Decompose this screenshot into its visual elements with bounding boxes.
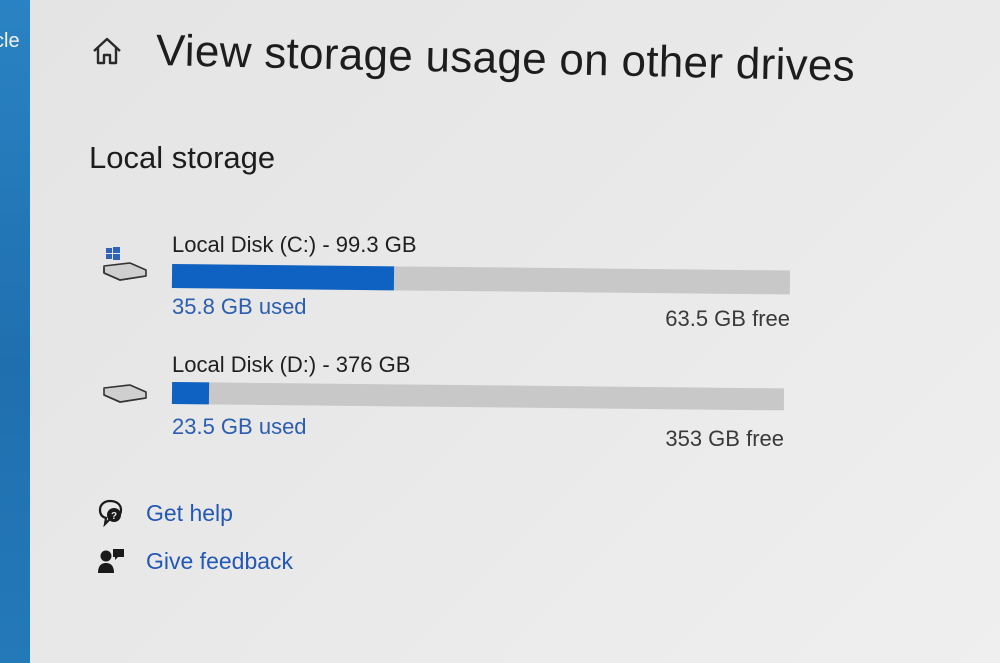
give-feedback-link[interactable]: Give feedback <box>96 546 293 576</box>
drive-d-label: Local Disk (D:) - 376 GB <box>172 352 411 377</box>
page-title: View storage usage on other drives <box>155 26 856 91</box>
drive-d-usage-bar <box>171 382 785 411</box>
feedback-icon <box>98 549 124 573</box>
give-feedback-label[interactable]: Give feedback <box>146 548 293 575</box>
drive-d-used: 23.5 GB used <box>172 414 307 439</box>
drive-c-used: 35.8 GB used <box>172 294 307 319</box>
drive-c-free: 63.5 GB free <box>665 306 790 331</box>
drive-d-free: 353 GB free <box>665 426 784 451</box>
settings-panel: View storage usage on other drives Local… <box>30 0 1000 663</box>
get-help-label[interactable]: Get help <box>146 500 233 527</box>
section-title-local-storage: Local storage <box>89 140 276 175</box>
windows-drive-icon <box>103 247 147 281</box>
drive-icon <box>103 384 147 403</box>
drive-c-usage-bar <box>171 264 791 295</box>
help-chat-icon: ? <box>98 499 123 528</box>
drive-c-usage-fill <box>171 264 395 291</box>
svg-text:?: ? <box>111 511 117 522</box>
background-window-text: cle <box>0 30 20 52</box>
drive-c-label: Local Disk (C:) - 99.3 GB <box>172 232 417 257</box>
page-header: View storage usage on other drives <box>88 26 856 91</box>
get-help-link[interactable]: ? Get help <box>96 498 233 528</box>
drive-d-usage-fill <box>171 382 209 405</box>
home-icon[interactable] <box>88 32 126 70</box>
background-window-edge: cle <box>0 0 30 663</box>
